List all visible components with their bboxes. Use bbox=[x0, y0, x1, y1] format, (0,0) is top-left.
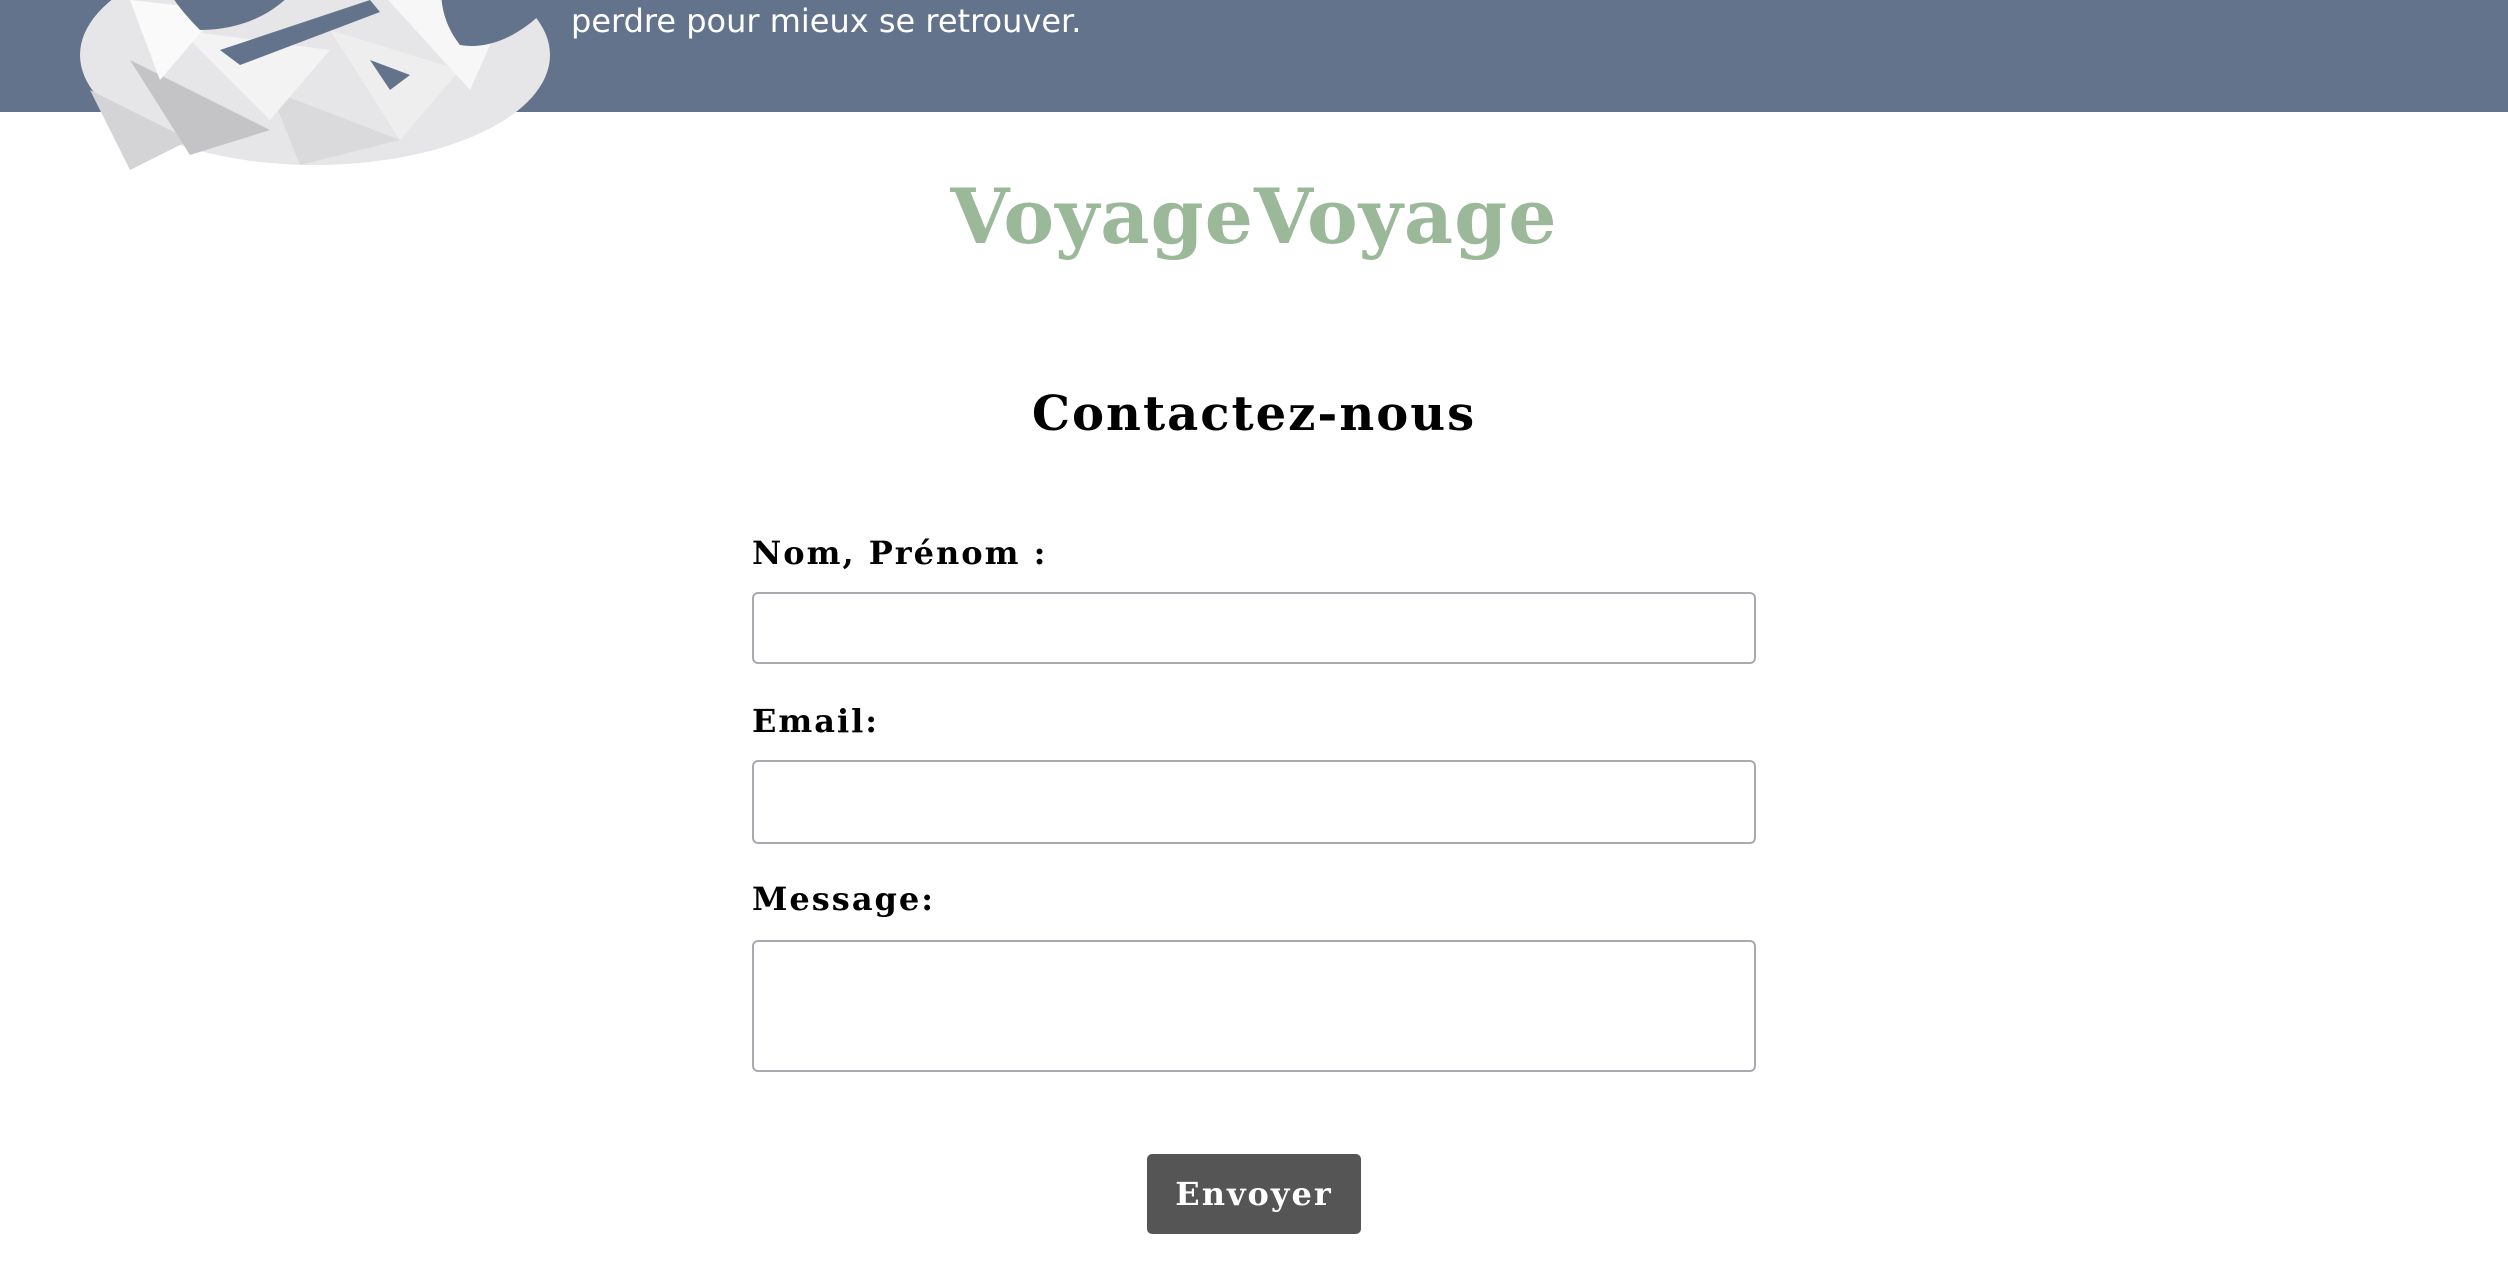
brand-title: VoyageVoyage bbox=[950, 172, 1558, 261]
header-tagline: perdre pour mieux se retrouver. bbox=[571, 2, 1082, 40]
email-field[interactable] bbox=[752, 760, 1756, 844]
page-title: Contactez-nous bbox=[1031, 386, 1477, 442]
name-label: Nom, Prénom : bbox=[752, 534, 1048, 572]
message-field[interactable] bbox=[752, 940, 1756, 1072]
low-poly-globe-icon bbox=[80, 0, 550, 170]
email-label: Email: bbox=[752, 702, 880, 740]
submit-button[interactable]: Envoyer bbox=[1147, 1154, 1361, 1234]
name-field[interactable] bbox=[752, 592, 1756, 664]
message-label: Message: bbox=[752, 880, 936, 918]
